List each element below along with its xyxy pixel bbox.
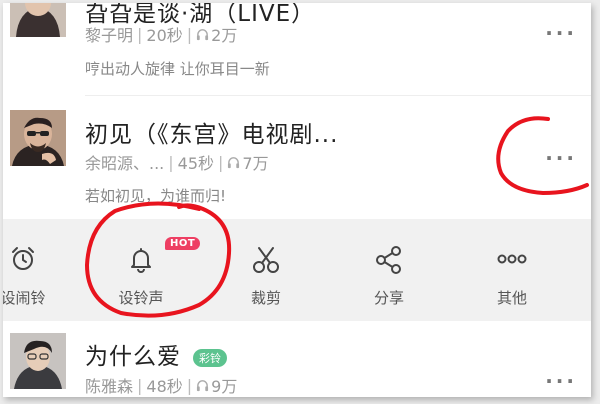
ringback-badge: 彩铃: [193, 348, 227, 367]
action-label: 设闹铃: [3, 289, 46, 307]
song-artist: 陈雅森: [85, 377, 134, 396]
set-ringtone-button[interactable]: 设铃声: [99, 219, 183, 321]
song-duration: 20秒: [146, 26, 183, 45]
song-title-text: 为什么爱: [85, 344, 181, 370]
more-options-button[interactable]: ···: [545, 146, 577, 170]
song-duration: 45秒: [177, 154, 215, 173]
bell-icon: [131, 248, 151, 273]
more-dots-icon: [497, 254, 527, 264]
meta-separator: |: [137, 375, 143, 395]
song-duration: 48秒: [146, 377, 183, 396]
action-label: 分享: [373, 289, 404, 307]
song-row[interactable]: 为什么爱 彩铃 陈雅森 | 48秒 | 9万 ···: [3, 321, 591, 397]
song-avatar: [10, 110, 66, 166]
song-description: 哼出动人旋律 让你耳目一新: [85, 60, 270, 78]
headphones-icon: [197, 379, 209, 391]
share-icon: [376, 246, 401, 274]
song-row[interactable]: 初见（《东宫》电视剧... 余昭源、... | 45秒 | 7万 若如初见，为谁…: [3, 96, 591, 219]
meta-separator: |: [137, 24, 143, 44]
share-button[interactable]: 分享: [347, 219, 431, 321]
song-description: 若如初见，为谁而归!: [85, 187, 227, 205]
action-label: 其他: [496, 289, 527, 307]
song-play-count: 7万: [242, 154, 269, 173]
headphones-icon: [228, 156, 240, 168]
song-play-count: 9万: [211, 377, 238, 396]
set-alarm-button[interactable]: 设闹铃: [3, 219, 65, 321]
song-meta: 陈雅森 | 48秒 | 9万: [85, 373, 237, 397]
meta-separator: |: [168, 152, 174, 172]
song-row[interactable]: 旮旮是谈·湖（LIVE） 黎子明 | 20秒 | 2万 哼出动人旋律 让你耳目一…: [3, 3, 591, 95]
action-label: 设铃声: [118, 289, 164, 307]
more-options-button[interactable]: ···: [545, 369, 577, 393]
song-meta: 余昭源、... | 45秒 | 7万: [85, 150, 269, 174]
meta-separator: |: [186, 24, 193, 44]
trim-button[interactable]: 裁剪: [224, 219, 308, 321]
song-artist: 黎子明: [85, 26, 134, 45]
song-title: 为什么爱 彩铃: [85, 337, 227, 371]
song-meta: 黎子明 | 20秒 | 2万: [85, 22, 237, 46]
song-avatar: [10, 333, 66, 389]
action-label: 裁剪: [250, 289, 281, 307]
hot-badge: HOT: [165, 237, 201, 250]
song-list-screen: 旮旮是谈·湖（LIVE） 黎子明 | 20秒 | 2万 哼出动人旋律 让你耳目一…: [3, 3, 591, 397]
meta-separator: |: [186, 375, 193, 395]
alarm-clock-icon: [12, 247, 34, 270]
song-action-bar: 设闹铃 设铃声 HOT 裁剪 分享 其他: [3, 219, 591, 321]
song-avatar: [10, 3, 66, 37]
song-artist: 余昭源、...: [85, 154, 165, 173]
song-title: 初见（《东宫》电视剧...: [85, 122, 339, 148]
scissors-icon: [253, 247, 279, 273]
headphones-icon: [197, 28, 209, 40]
song-play-count: 2万: [211, 26, 238, 45]
more-options-button[interactable]: ···: [545, 21, 577, 45]
meta-separator: |: [218, 152, 224, 172]
other-options-button[interactable]: 其他: [470, 219, 554, 321]
